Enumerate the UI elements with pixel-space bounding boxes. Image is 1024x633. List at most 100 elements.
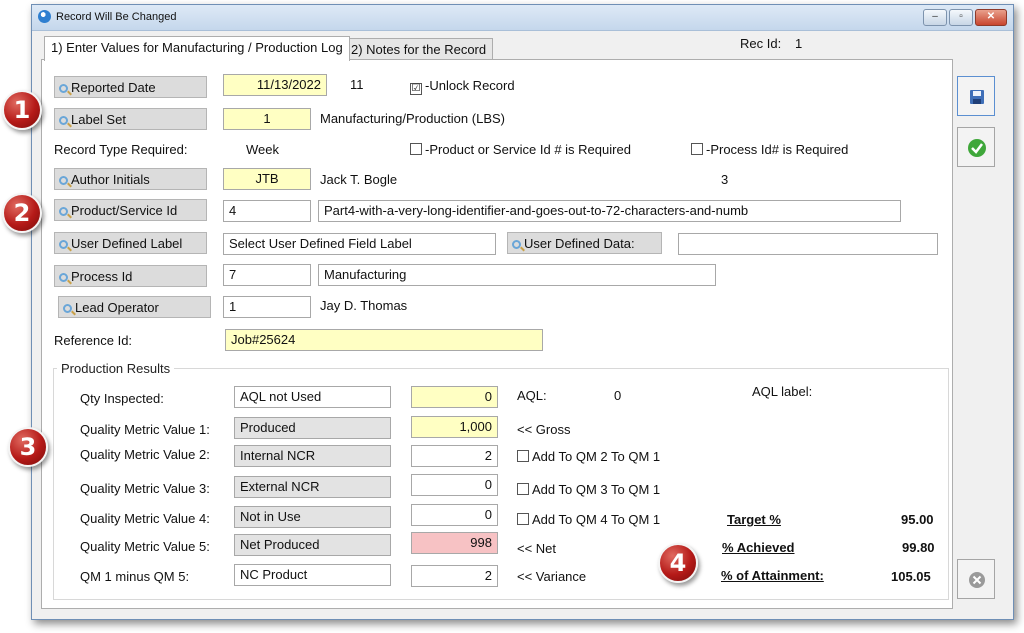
- rec-id-label: Rec Id:: [740, 36, 782, 51]
- qm5-note: << Net: [517, 541, 557, 556]
- qty-inspected-name[interactable]: AQL not Used: [234, 386, 391, 408]
- callout-4: 4: [658, 543, 698, 583]
- qm2-label: Quality Metric Value 2:: [80, 447, 210, 462]
- product-id-field[interactable]: 4: [223, 200, 311, 222]
- callout-3: 3: [8, 427, 48, 467]
- checkbox-icon: [517, 513, 529, 525]
- lead-operator-button[interactable]: Lead Operator: [58, 296, 211, 318]
- qm4-value[interactable]: 0: [411, 504, 498, 526]
- variance-note: << Variance: [517, 569, 587, 584]
- qm2-name[interactable]: Internal NCR: [234, 445, 391, 467]
- checkbox-icon: [517, 450, 529, 462]
- checkbox-icon: [517, 483, 529, 495]
- product-description-field[interactable]: Part4-with-a-very-long-identifier-and-go…: [318, 200, 901, 222]
- process-required-checkbox[interactable]: -Process Id# is Required: [691, 142, 848, 157]
- checkmark-icon: [968, 139, 986, 157]
- search-icon: [59, 176, 68, 185]
- achieved-value: 99.80: [902, 540, 935, 555]
- user-defined-data-button[interactable]: User Defined Data:: [507, 232, 662, 254]
- save-icon: [970, 90, 984, 104]
- week-number: 11: [350, 77, 364, 92]
- process-id-button[interactable]: Process Id: [54, 265, 207, 287]
- callout-2: 2: [2, 193, 42, 233]
- cancel-button[interactable]: [957, 559, 995, 599]
- label-set-button[interactable]: Label Set: [54, 108, 207, 130]
- search-icon: [59, 116, 68, 125]
- close-window-button[interactable]: ✕: [975, 9, 1007, 26]
- target-value: 95.00: [901, 512, 934, 527]
- product-service-id-button[interactable]: Product/Service Id: [54, 199, 207, 221]
- search-icon: [59, 84, 68, 93]
- search-icon: [59, 207, 68, 216]
- search-icon: [63, 304, 72, 313]
- qm4-name[interactable]: Not in Use: [234, 506, 391, 528]
- variance-label: QM 1 minus QM 5:: [80, 569, 190, 584]
- achieved-label: % Achieved: [722, 540, 795, 555]
- unlock-record-checkbox[interactable]: ☑ -Unlock Record: [410, 78, 515, 95]
- target-label: Target %: [727, 512, 781, 527]
- author-count: 3: [721, 172, 729, 187]
- qm3-label: Quality Metric Value 3:: [80, 481, 210, 496]
- checkbox-icon: [410, 143, 422, 155]
- maximize-button[interactable]: ▫: [949, 9, 973, 26]
- variance-name[interactable]: NC Product: [234, 564, 391, 586]
- reference-id-field[interactable]: Job#25624: [225, 329, 543, 351]
- qm4-label: Quality Metric Value 4:: [80, 511, 210, 526]
- qm1-label: Quality Metric Value 1:: [80, 422, 210, 437]
- qm1-name[interactable]: Produced: [234, 417, 391, 439]
- accept-button[interactable]: [957, 127, 995, 167]
- checkbox-icon: ☑: [410, 83, 422, 95]
- user-defined-label-button[interactable]: User Defined Label: [54, 232, 207, 254]
- attainment-label: % of Attainment:: [721, 568, 824, 583]
- production-results-title: Production Results: [57, 361, 175, 376]
- qty-inspected-label: Qty Inspected:: [80, 391, 164, 406]
- qm2-add-checkbox[interactable]: Add To QM 2 To QM 1: [517, 449, 660, 464]
- search-icon: [59, 240, 68, 249]
- qm1-value[interactable]: 1,000: [411, 416, 498, 438]
- qm5-value[interactable]: 998: [411, 532, 498, 554]
- checkbox-icon: [691, 143, 703, 155]
- reported-date-field[interactable]: 11/13/2022: [223, 74, 327, 96]
- qm5-label: Quality Metric Value 5:: [80, 539, 210, 554]
- aql-label: AQL:: [517, 388, 547, 403]
- window-title: Record Will Be Changed: [56, 11, 177, 23]
- save-button[interactable]: [957, 76, 995, 116]
- aql-value: 0: [614, 388, 622, 403]
- qty-inspected-value[interactable]: 0: [411, 386, 498, 408]
- lead-operator-name: Jay D. Thomas: [320, 298, 408, 313]
- label-set-field[interactable]: 1: [223, 108, 311, 130]
- variance-value[interactable]: 2: [411, 565, 498, 587]
- tab-manufacturing-log[interactable]: 1) Enter Values for Manufacturing / Prod…: [44, 36, 350, 61]
- qm2-value[interactable]: 2: [411, 445, 498, 467]
- process-description-field[interactable]: Manufacturing: [318, 264, 716, 286]
- rec-id-value: 1: [795, 36, 803, 51]
- title-bar: Record Will Be Changed – ▫ ✕: [32, 5, 1013, 31]
- record-type-value: Week: [246, 142, 279, 157]
- search-icon: [59, 273, 68, 282]
- qm5-name[interactable]: Net Produced: [234, 534, 391, 556]
- tab-notes[interactable]: 2) Notes for the Record: [344, 38, 494, 61]
- lead-operator-field[interactable]: 1: [223, 296, 311, 318]
- aql-label-caption: AQL label:: [752, 384, 813, 399]
- user-defined-data-field[interactable]: [678, 233, 938, 255]
- author-initials-field[interactable]: JTB: [223, 168, 311, 190]
- author-initials-button[interactable]: Author Initials: [54, 168, 207, 190]
- minimize-button[interactable]: –: [923, 9, 947, 26]
- record-type-label: Record Type Required:: [54, 142, 188, 157]
- user-defined-label-field[interactable]: Select User Defined Field Label: [223, 233, 496, 255]
- qm4-add-checkbox[interactable]: Add To QM 4 To QM 1: [517, 512, 660, 527]
- qm3-add-checkbox[interactable]: Add To QM 3 To QM 1: [517, 482, 660, 497]
- author-name: Jack T. Bogle: [320, 172, 398, 187]
- qm3-name[interactable]: External NCR: [234, 476, 391, 498]
- reported-date-button[interactable]: Reported Date: [54, 76, 207, 98]
- qm1-note: << Gross: [517, 422, 571, 437]
- process-id-field[interactable]: 7: [223, 264, 311, 286]
- label-set-description: Manufacturing/Production (LBS): [320, 111, 505, 126]
- app-icon: [38, 10, 51, 23]
- callout-1: 1: [2, 90, 42, 130]
- reference-id-label: Reference Id:: [54, 333, 133, 348]
- attainment-value: 105.05: [891, 569, 931, 584]
- product-required-checkbox[interactable]: -Product or Service Id # is Required: [410, 142, 631, 157]
- qm3-value[interactable]: 0: [411, 474, 498, 496]
- close-icon: [969, 572, 985, 588]
